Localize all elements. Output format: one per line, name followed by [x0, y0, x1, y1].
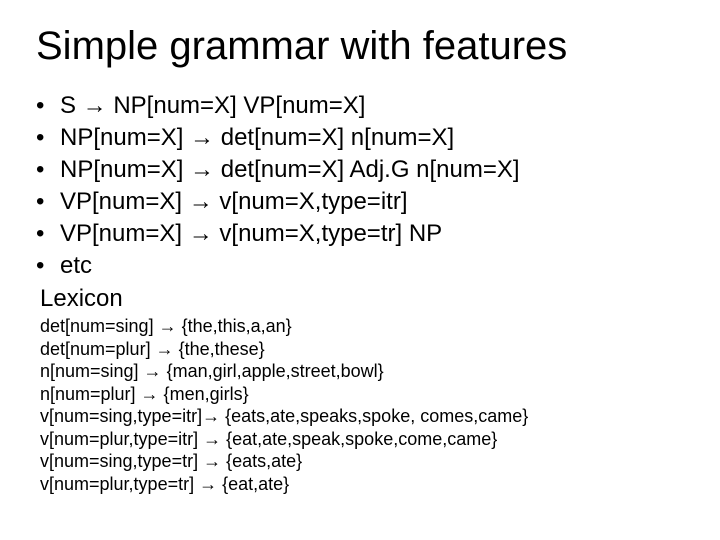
list-item: VP[num=X] → v[num=X,type=itr] [34, 187, 690, 217]
grammar-rules-list: S → NP[num=X] VP[num=X] NP[num=X] → det[… [30, 91, 690, 281]
list-item: NP[num=X] → det[num=X] Adj.G n[num=X] [34, 155, 690, 185]
lexicon-item: det[num=plur] → {the,these} [40, 338, 690, 361]
lexicon-item: v[num=sing,type=itr]→ {eats,ate,speaks,s… [40, 405, 690, 428]
lexicon-heading: Lexicon [40, 285, 690, 313]
slide: Simple grammar with features S → NP[num=… [0, 0, 720, 540]
lexicon-list: det[num=sing] → {the,this,a,an} det[num=… [40, 315, 690, 495]
lexicon-item: det[num=sing] → {the,this,a,an} [40, 315, 690, 338]
lexicon-item: v[num=sing,type=tr] → {eats,ate} [40, 450, 690, 473]
list-item: S → NP[num=X] VP[num=X] [34, 91, 690, 121]
page-title: Simple grammar with features [36, 24, 690, 69]
lexicon-item: v[num=plur,type=itr] → {eat,ate,speak,sp… [40, 428, 690, 451]
lexicon-item: n[num=plur] → {men,girls} [40, 383, 690, 406]
lexicon-item: n[num=sing] → {man,girl,apple,street,bow… [40, 360, 690, 383]
list-item: VP[num=X] → v[num=X,type=tr] NP [34, 219, 690, 249]
lexicon-item: v[num=plur,type=tr] → {eat,ate} [40, 473, 690, 496]
list-item: etc [34, 251, 690, 281]
list-item: NP[num=X] → det[num=X] n[num=X] [34, 123, 690, 153]
